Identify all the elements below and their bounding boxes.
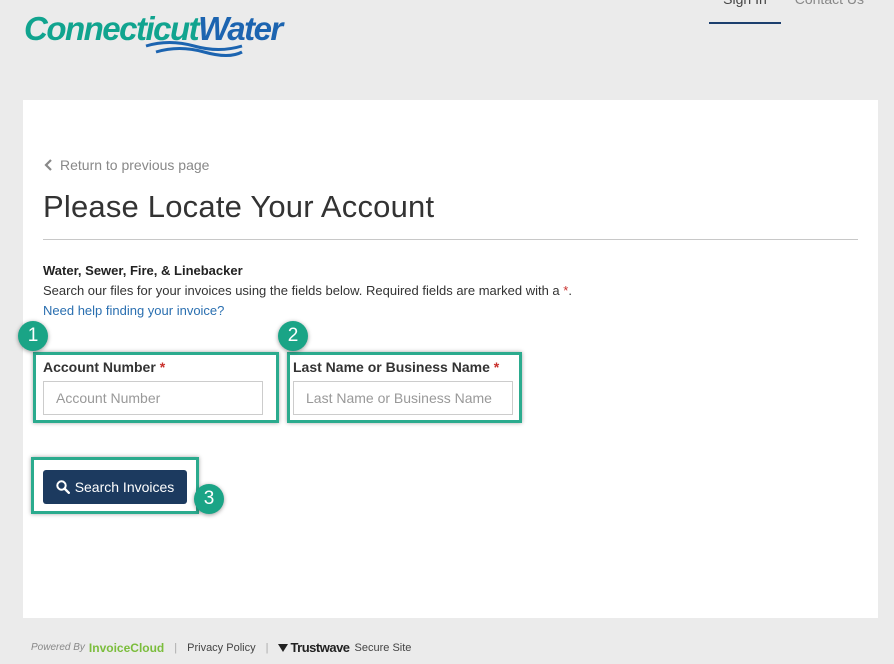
step-badge-1: 1	[18, 321, 48, 351]
footer-separator: |	[174, 641, 178, 654]
search-invoices-button[interactable]: Search Invoices	[43, 470, 187, 504]
search-button-label: Search Invoices	[74, 479, 175, 495]
search-icon	[55, 480, 70, 494]
page-title: Please Locate Your Account	[43, 189, 435, 224]
nav-contact-us[interactable]: Contact Us	[781, 0, 878, 24]
water-waves-icon	[145, 41, 243, 57]
step-badge-2: 2	[278, 321, 308, 351]
trustwave-icon	[278, 643, 289, 652]
return-link[interactable]: Return to previous page	[43, 157, 209, 173]
last-name-label: Last Name or Business Name *	[293, 359, 500, 375]
help-link[interactable]: Need help finding your invoice?	[43, 303, 224, 318]
last-name-input[interactable]	[293, 381, 513, 415]
footer-separator: |	[265, 641, 269, 654]
nav-sign-in[interactable]: Sign In	[709, 0, 781, 24]
return-link-label: Return to previous page	[60, 157, 210, 173]
account-number-label: Account Number *	[43, 359, 166, 375]
account-number-input[interactable]	[43, 381, 263, 415]
page-footer: Powered By InvoiceCloud | Privacy Policy…	[31, 640, 411, 655]
privacy-policy-link[interactable]: Privacy Policy	[187, 642, 255, 654]
service-subheading: Water, Sewer, Fire, & Linebacker	[43, 263, 243, 278]
main-card: Return to previous page Please Locate Yo…	[18, 100, 878, 618]
invoicecloud-logo[interactable]: InvoiceCloud	[89, 641, 164, 655]
chevron-left-icon	[44, 159, 52, 171]
brand-logo[interactable]: ConnecticutWater	[24, 8, 283, 60]
instructions-text: Search our files for your invoices using…	[43, 283, 572, 298]
step-badge-3: 3	[194, 484, 224, 514]
trustwave-logo[interactable]: Trustwave	[290, 640, 350, 655]
top-navigation: Sign In Contact Us	[709, 0, 878, 24]
title-divider	[43, 239, 858, 240]
powered-by-text: Powered By	[31, 642, 85, 653]
secure-site-text: Secure Site	[354, 641, 412, 654]
